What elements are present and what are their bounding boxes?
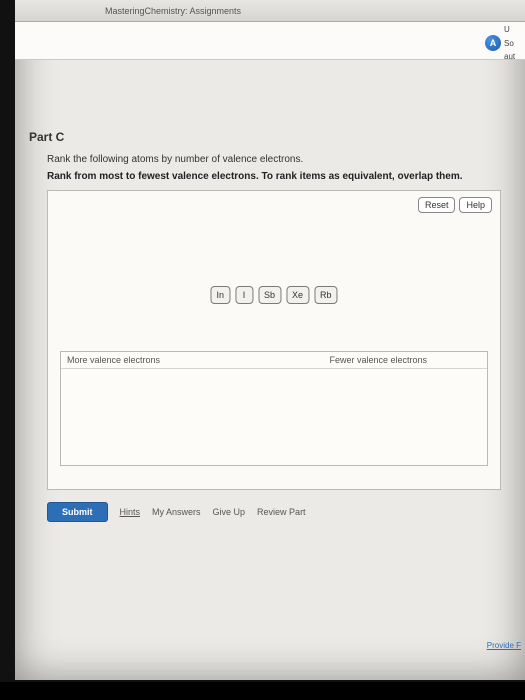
main-content: Part C Rank the following atoms by numbe…	[15, 60, 525, 522]
tab-title: MasteringChemistry: Assignments	[105, 6, 241, 16]
review-part-link[interactable]: Review Part	[257, 507, 306, 517]
page-header: U A So aut	[15, 22, 525, 60]
part-label: Part C	[29, 130, 511, 144]
header-line-1: U	[504, 25, 510, 34]
browser-tab-bar: MasteringChemistry: Assignments	[15, 0, 525, 22]
ranking-drop-zone[interactable]: More valence electrons Fewer valence ele…	[60, 351, 488, 466]
action-row: Submit Hints My Answers Give Up Review P…	[47, 502, 501, 522]
my-answers-link[interactable]: My Answers	[152, 507, 201, 517]
chip-in[interactable]: In	[210, 286, 230, 304]
question-instruction: Rank from most to fewest valence electro…	[47, 171, 501, 182]
left-axis-label: More valence electrons	[67, 355, 160, 365]
chip-rb[interactable]: Rb	[314, 286, 338, 304]
header-line-3: aut	[504, 52, 515, 61]
draggable-items: In I Sb Xe Rb	[210, 286, 337, 304]
chip-sb[interactable]: Sb	[258, 286, 281, 304]
chip-xe[interactable]: Xe	[286, 286, 309, 304]
monitor-bezel	[0, 682, 525, 700]
right-axis-label: Fewer valence electrons	[329, 355, 427, 365]
submit-button[interactable]: Submit	[47, 502, 108, 522]
brand-badge[interactable]: A	[485, 35, 501, 51]
header-right-controls: U A So aut	[485, 25, 525, 61]
reset-button[interactable]: Reset	[418, 197, 456, 213]
ranking-widget: Reset Help In I Sb Xe Rb More valence el…	[47, 190, 501, 490]
drop-zone-header: More valence electrons Fewer valence ele…	[61, 352, 487, 369]
question-prompt: Rank the following atoms by number of va…	[47, 154, 501, 165]
chip-i[interactable]: I	[235, 286, 253, 304]
app-viewport: MasteringChemistry: Assignments U A So a…	[15, 0, 525, 680]
hints-link[interactable]: Hints	[120, 507, 141, 517]
header-line-2: So	[504, 39, 514, 48]
help-button[interactable]: Help	[459, 197, 492, 213]
give-up-link[interactable]: Give Up	[213, 507, 246, 517]
provide-feedback-link[interactable]: Provide F	[487, 641, 521, 650]
